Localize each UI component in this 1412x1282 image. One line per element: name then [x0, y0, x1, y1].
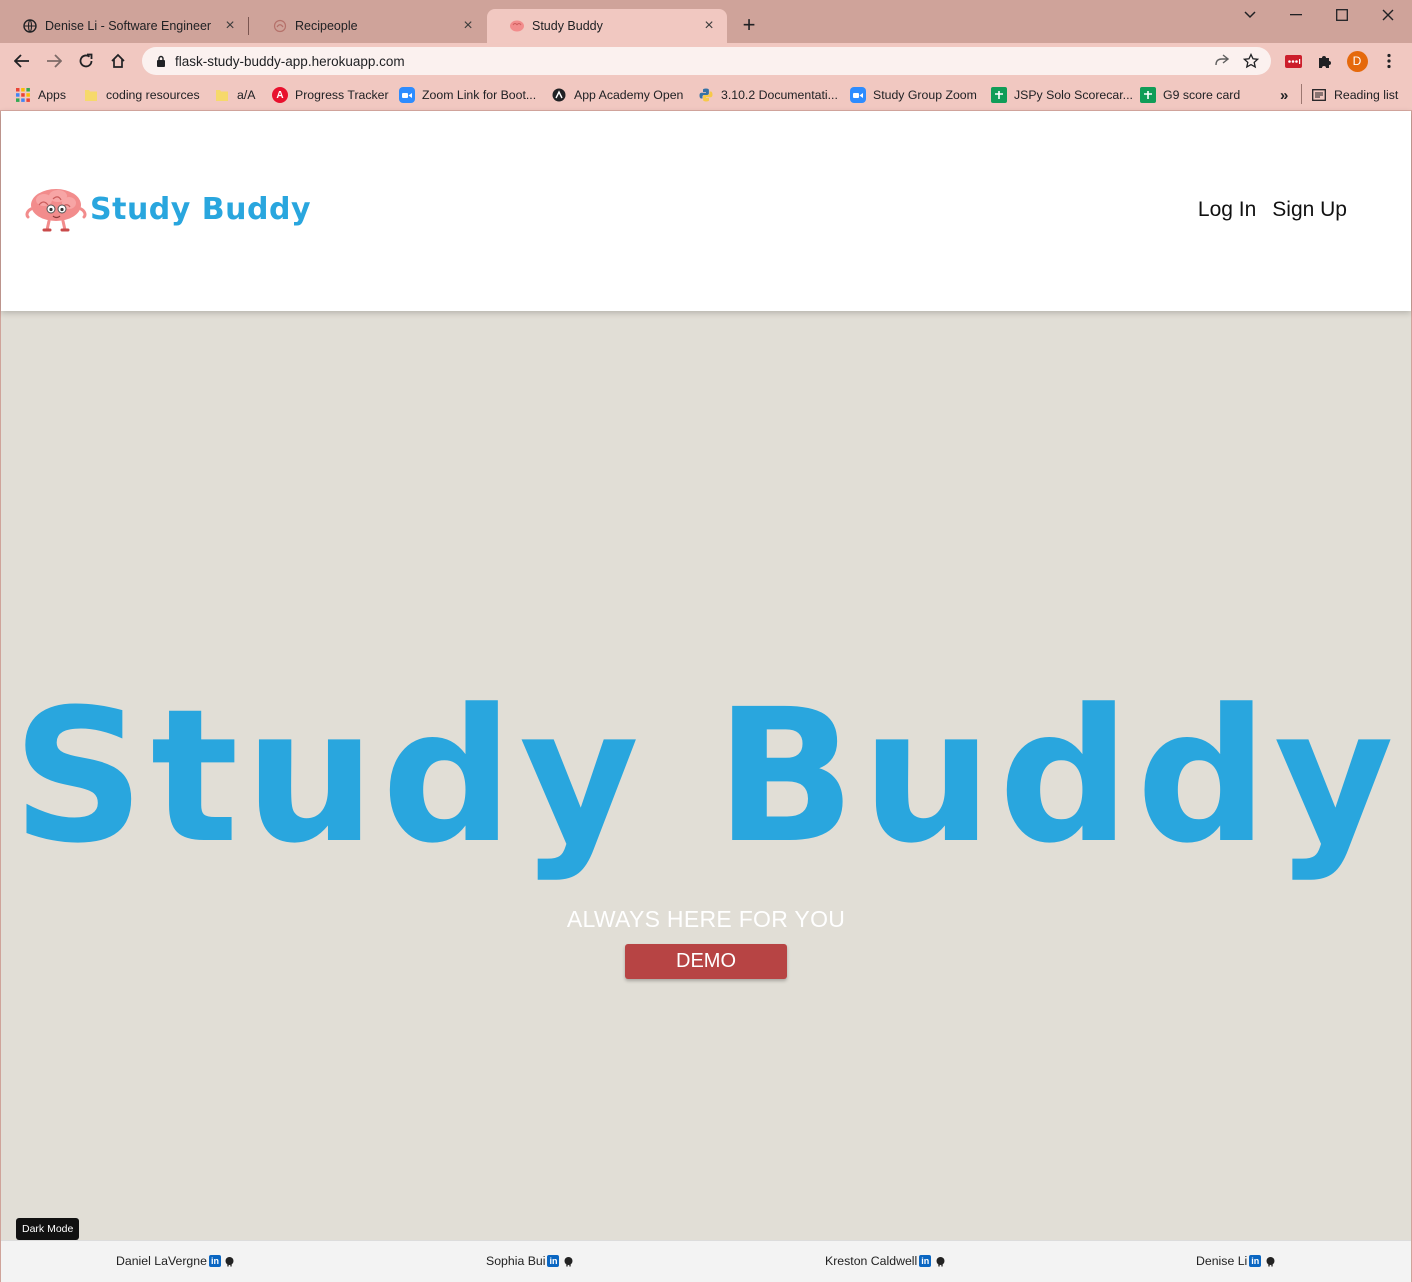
developer-credit: Sophia Bui in — [486, 1254, 574, 1268]
bookmarks-bar: Apps coding resources a/A A Progress Tra… — [0, 79, 1412, 111]
header-nav: Log In Sign Up — [1198, 198, 1347, 222]
bookmark-label: 3.10.2 Documentati... — [721, 88, 838, 102]
app-academy-icon — [551, 87, 567, 103]
github-icon[interactable] — [562, 1255, 574, 1267]
bookmark-study-group-zoom[interactable]: Study Group Zoom — [850, 85, 977, 105]
reading-list-icon — [1311, 87, 1327, 103]
url-text[interactable]: flask-study-buddy-app.herokuapp.com — [175, 54, 1211, 69]
login-link[interactable]: Log In — [1198, 198, 1256, 222]
developer-name: Daniel LaVergne — [116, 1254, 207, 1268]
github-icon[interactable] — [1264, 1255, 1276, 1267]
new-tab-button[interactable]: + — [737, 14, 761, 38]
bookmark-label: G9 score card — [1163, 88, 1241, 102]
logo-text: Study Buddy — [90, 191, 312, 227]
bookmark-label: App Academy Open — [574, 88, 684, 102]
linkedin-icon[interactable]: in — [919, 1255, 932, 1267]
site-logo[interactable]: Study Buddy — [25, 185, 311, 233]
tab-title: Recipeople — [295, 19, 358, 33]
developer-credit: Kreston Caldwell in — [825, 1254, 946, 1268]
profile-avatar[interactable]: D — [1346, 50, 1368, 72]
bookmark-label: coding resources — [106, 88, 200, 102]
tab-title: Denise Li - Software Engineer — [45, 19, 212, 33]
reading-list-label: Reading list — [1334, 88, 1399, 102]
developer-credit: Denise Li in — [1196, 1254, 1276, 1268]
tab-search-icon[interactable] — [1235, 4, 1265, 26]
bookmark-apps[interactable]: Apps — [15, 85, 66, 105]
bookmark-label: a/A — [237, 88, 256, 102]
browser-tab-strip: Denise Li - Software Engineer × Recipeop… — [0, 0, 1412, 43]
bookmark-app-academy[interactable]: App Academy Open — [551, 85, 683, 105]
bookmark-zoom-link[interactable]: Zoom Link for Boot... — [399, 85, 536, 105]
bookmark-label: Study Group Zoom — [873, 88, 977, 102]
developer-name: Denise Li — [1196, 1254, 1248, 1268]
python-icon — [698, 87, 714, 103]
linkedin-icon[interactable]: in — [208, 1255, 221, 1267]
bookmark-label: Progress Tracker — [295, 88, 389, 102]
site-footer: Daniel LaVergne in Sophia Bui in Kreston… — [1, 1240, 1411, 1282]
brain-mascot-icon — [25, 189, 87, 232]
bookmark-jspy-scorecard[interactable]: JSPy Solo Scorecar... — [991, 85, 1133, 105]
dark-mode-toggle[interactable]: Dark Mode — [16, 1218, 80, 1240]
apps-grid-icon — [15, 87, 31, 103]
close-window-icon[interactable] — [1373, 4, 1403, 26]
address-bar[interactable]: flask-study-buddy-app.herokuapp.com — [142, 47, 1271, 75]
reading-list-button[interactable]: Reading list — [1311, 85, 1398, 105]
site-header: Study Buddy Log In Sign Up — [1, 111, 1411, 311]
share-icon[interactable] — [1211, 51, 1231, 71]
bookmark-label: Zoom Link for Boot... — [422, 88, 537, 102]
sheets-icon — [1140, 87, 1156, 103]
bookmarks-divider — [1301, 84, 1302, 104]
sheets-icon — [991, 87, 1007, 103]
extensions-puzzle-icon[interactable] — [1314, 50, 1336, 72]
hero-tagline: ALWAYS HERE FOR YOU — [566, 906, 846, 932]
close-tab-icon[interactable]: × — [222, 17, 238, 34]
developer-credit: Daniel LaVergne in — [116, 1254, 236, 1268]
browser-toolbar: flask-study-buddy-app.herokuapp.com D — [0, 43, 1412, 79]
hero-title: Study Buddy — [12, 670, 1400, 884]
tab-title: Study Buddy — [532, 19, 603, 33]
zoom-icon — [850, 87, 866, 103]
tab-divider — [248, 17, 249, 35]
maximize-icon[interactable] — [1327, 4, 1357, 26]
minimize-icon[interactable] — [1281, 4, 1311, 26]
bookmark-star-icon[interactable] — [1241, 51, 1261, 71]
home-icon[interactable] — [105, 48, 131, 74]
linkedin-icon[interactable]: in — [1249, 1255, 1262, 1267]
bookmark-progress-tracker[interactable]: A Progress Tracker — [272, 85, 389, 105]
forward-arrow-icon[interactable] — [41, 48, 67, 74]
profile-initial: D — [1346, 50, 1368, 72]
developer-name: Kreston Caldwell — [825, 1254, 918, 1268]
bookmark-g9-score-card[interactable]: G9 score card — [1140, 85, 1240, 105]
lastpass-extension-icon[interactable] — [1282, 50, 1304, 72]
reload-icon[interactable] — [73, 48, 99, 74]
developer-name: Sophia Bui — [486, 1254, 546, 1268]
linkedin-icon[interactable]: in — [547, 1255, 560, 1267]
github-icon[interactable] — [934, 1255, 946, 1267]
bookmark-label: Apps — [38, 88, 67, 102]
page-content: Study Buddy Log In Sign Up Study Buddy A… — [1, 111, 1411, 1282]
bookmark-python-docs[interactable]: 3.10.2 Documentati... — [698, 85, 838, 105]
lock-icon[interactable] — [154, 54, 168, 68]
bookmark-aa-folder[interactable]: a/A — [214, 85, 255, 105]
bookmark-coding-resources[interactable]: coding resources — [83, 85, 200, 105]
github-icon[interactable] — [224, 1255, 236, 1267]
close-tab-icon[interactable]: × — [701, 17, 717, 34]
more-menu-icon[interactable] — [1378, 50, 1400, 72]
signup-link[interactable]: Sign Up — [1272, 198, 1347, 222]
zoom-icon — [399, 87, 415, 103]
tab-denise-li[interactable]: Denise Li - Software Engineer × — [0, 9, 248, 43]
back-arrow-icon[interactable] — [9, 48, 35, 74]
folder-icon — [214, 87, 230, 103]
tab-recipeople[interactable]: Recipeople × — [250, 9, 486, 43]
tab-study-buddy[interactable]: Study Buddy × — [487, 9, 727, 43]
recipeople-favicon — [272, 18, 288, 34]
more-bookmarks-chevron-icon[interactable]: » — [1280, 85, 1288, 105]
folder-icon — [83, 87, 99, 103]
progress-tracker-icon: A — [272, 87, 288, 103]
brain-favicon — [509, 18, 525, 34]
demo-button[interactable]: DEMO — [625, 944, 787, 979]
close-tab-icon[interactable]: × — [460, 17, 476, 34]
bookmark-label: JSPy Solo Scorecar... — [1014, 88, 1133, 102]
globe-icon — [22, 18, 38, 34]
